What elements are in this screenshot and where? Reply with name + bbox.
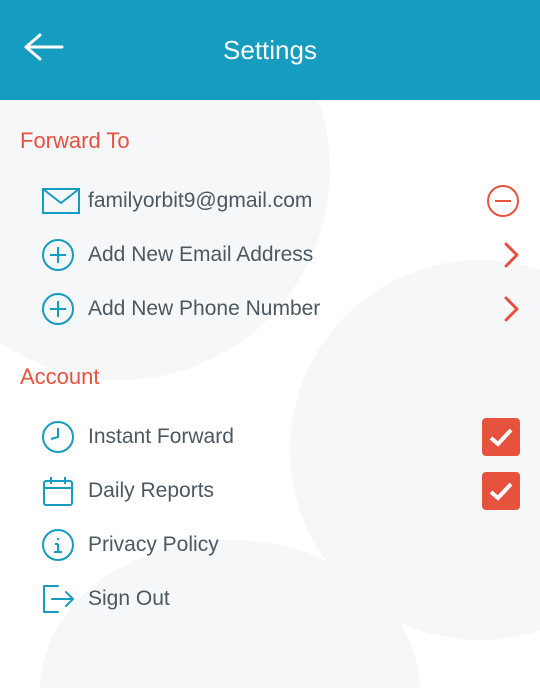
forward-email-value: familyorbit9@gmail.com — [88, 189, 476, 213]
app-header: Settings — [0, 0, 540, 100]
sign-out-row[interactable]: Sign Out — [20, 572, 520, 626]
daily-reports-row[interactable]: Daily Reports — [20, 464, 520, 518]
remove-email-button[interactable] — [476, 184, 520, 218]
arrow-left-icon — [22, 33, 66, 68]
mail-icon — [42, 188, 88, 214]
add-phone-row[interactable]: Add New Phone Number — [20, 282, 520, 336]
privacy-policy-row[interactable]: Privacy Policy — [20, 518, 520, 572]
clock-icon — [42, 421, 88, 453]
forward-email-row[interactable]: familyorbit9@gmail.com — [20, 174, 520, 228]
section-title-forward: Forward To — [20, 128, 520, 154]
add-email-label: Add New Email Address — [88, 243, 476, 267]
daily-reports-checkbox[interactable] — [482, 472, 520, 510]
info-icon — [42, 529, 88, 561]
calendar-icon — [42, 475, 88, 507]
instant-forward-label: Instant Forward — [88, 425, 476, 449]
chevron-right-icon — [476, 242, 520, 268]
section-title-account: Account — [20, 364, 520, 390]
add-phone-label: Add New Phone Number — [88, 297, 476, 321]
instant-forward-row[interactable]: Instant Forward — [20, 410, 520, 464]
page-title: Settings — [223, 35, 317, 66]
instant-forward-checkbox[interactable] — [482, 418, 520, 456]
chevron-right-icon — [476, 296, 520, 322]
privacy-policy-label: Privacy Policy — [88, 533, 476, 557]
sign-out-label: Sign Out — [88, 587, 476, 611]
sign-out-icon — [42, 584, 88, 614]
back-button[interactable] — [14, 0, 74, 100]
plus-circle-icon — [42, 293, 88, 325]
plus-circle-icon — [42, 239, 88, 271]
add-email-row[interactable]: Add New Email Address — [20, 228, 520, 282]
daily-reports-label: Daily Reports — [88, 479, 476, 503]
settings-content: Forward To familyorbit9@gmail.com Add Ne… — [0, 128, 540, 626]
